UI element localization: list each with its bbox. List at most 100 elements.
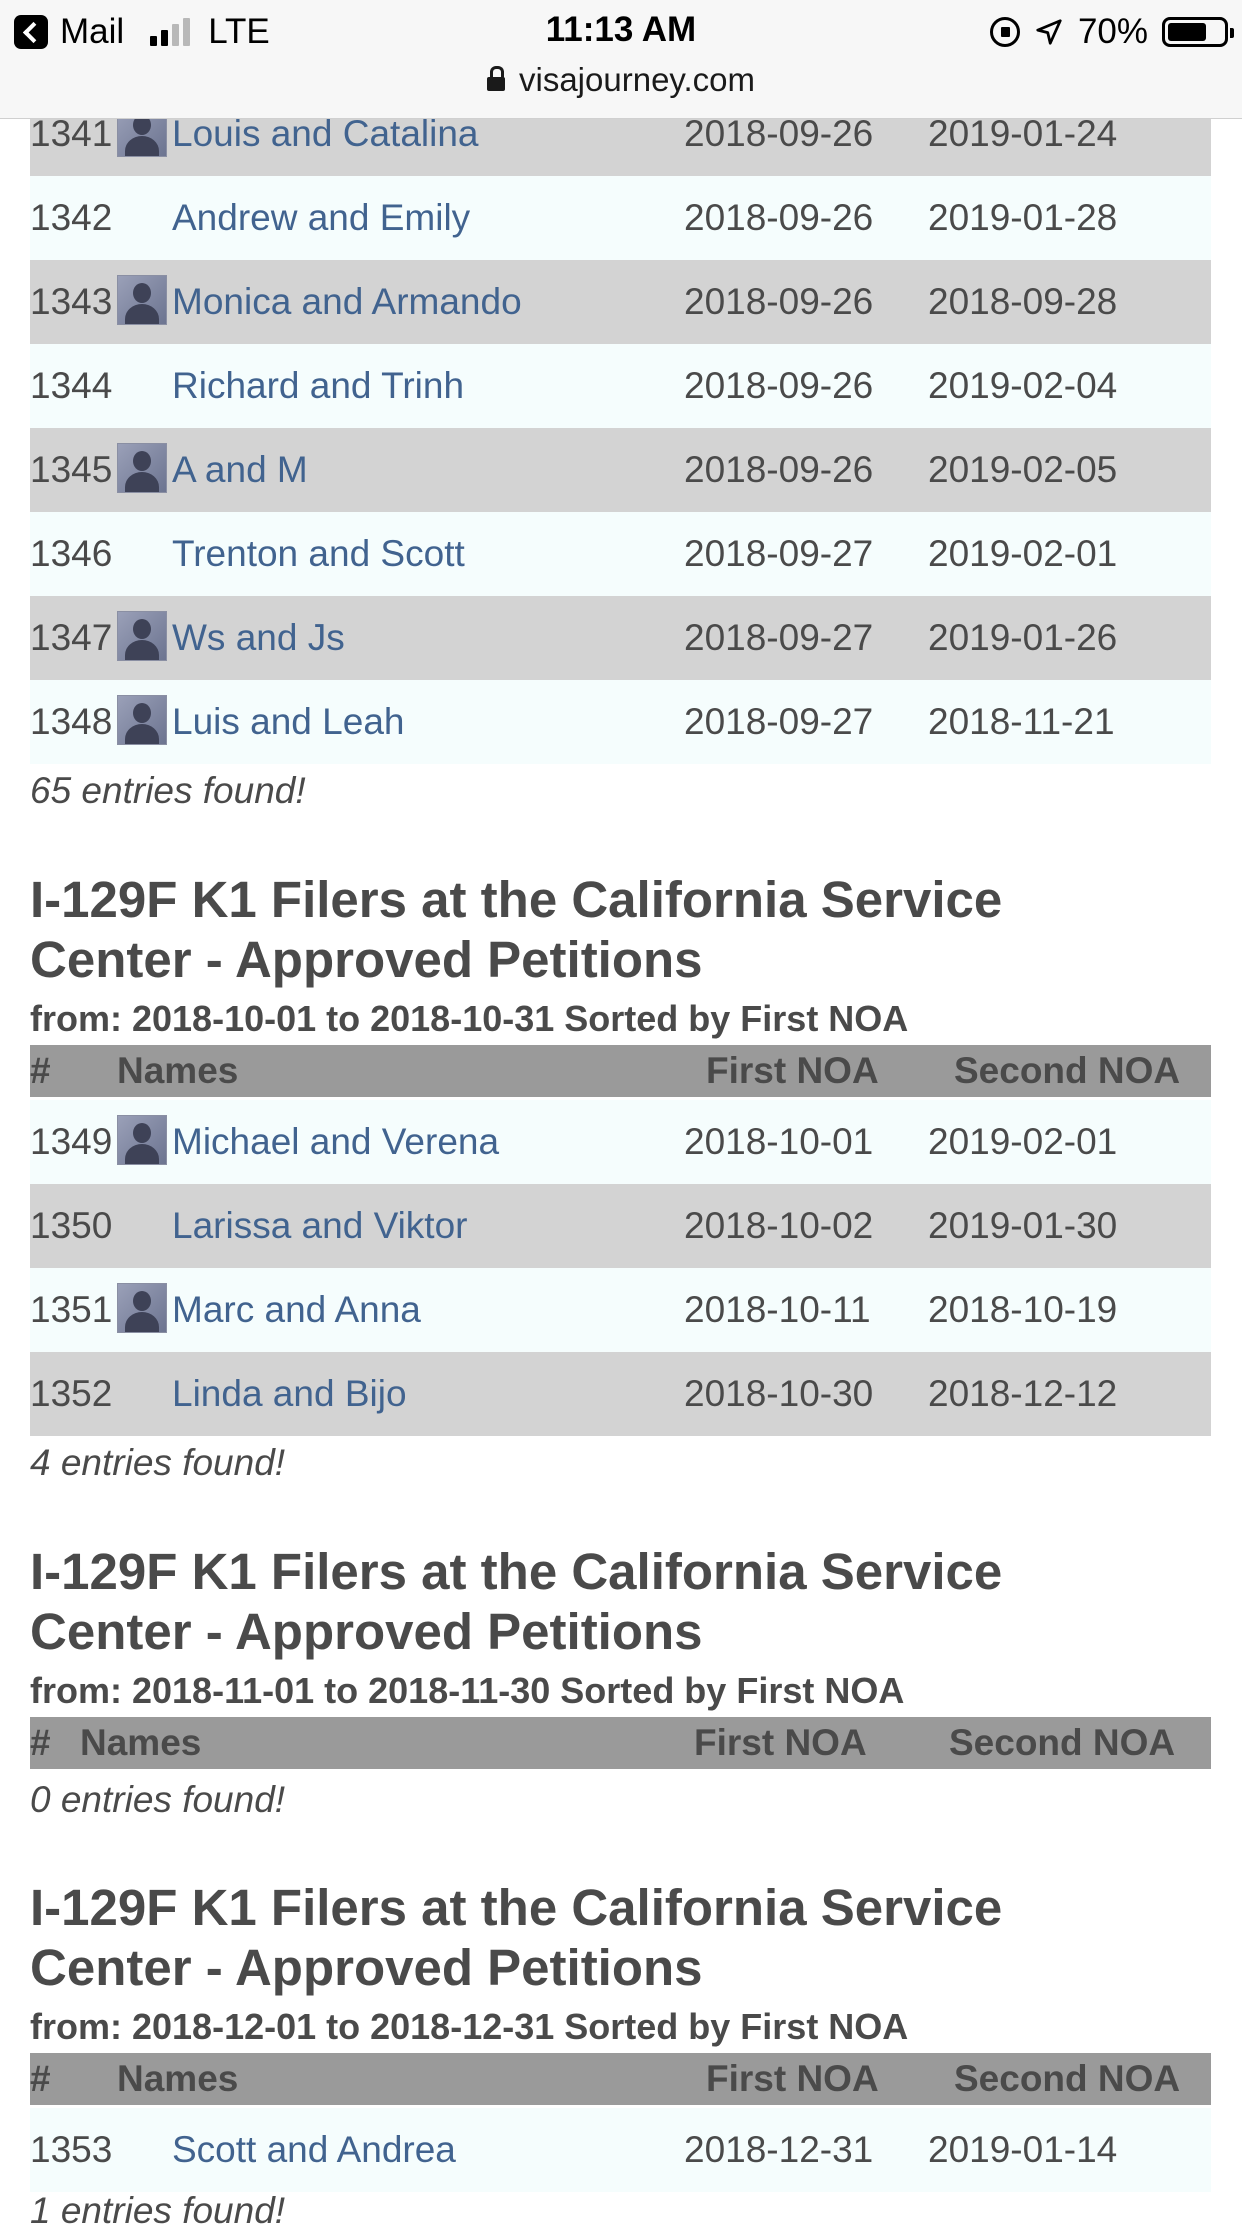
- couple-name-link[interactable]: Trenton and Scott: [172, 533, 684, 575]
- second-noa-date: 2019-01-26: [928, 617, 1118, 658]
- couple-name-link[interactable]: Richard and Trinh: [172, 365, 684, 407]
- entry-number: 1348: [30, 701, 113, 742]
- couple-name-link[interactable]: A and M: [172, 449, 684, 491]
- table-row: 1347 Ws and Js 2018-09-27 2019-01-26: [30, 596, 1211, 680]
- table-header: # Names First NOA Second NOA: [30, 1045, 1211, 1097]
- padlock-icon: [487, 66, 505, 91]
- first-noa-date: 2018-10-01: [684, 1121, 874, 1162]
- location-arrow-icon: [1036, 19, 1062, 45]
- avatar-cell: [117, 1114, 172, 1170]
- battery-percent: 70%: [1077, 12, 1148, 51]
- couple-name-link[interactable]: Monica and Armando: [172, 281, 684, 323]
- table-row: 1344 Richard and Trinh 2018-09-26 2019-02-0…: [30, 344, 1211, 428]
- status-bar: Mail LTE 11:13 AM 70% visajourney.com: [0, 0, 1242, 119]
- entries-found-count: 4 entries found!: [30, 1442, 286, 1483]
- avatar-cell: [117, 1367, 172, 1422]
- table-row: 1348 Luis and Leah 2018-09-27 2018-11-21: [30, 680, 1211, 764]
- user-avatar-icon[interactable]: [117, 610, 167, 661]
- rotation-lock-icon: [989, 17, 1020, 47]
- second-noa-date: 2018-11-21: [928, 701, 1115, 742]
- second-noa-date: 2019-01-14: [928, 2129, 1118, 2170]
- second-noa-date: 2019-02-04: [928, 365, 1118, 406]
- url-text: visajourney.com: [519, 61, 755, 98]
- first-noa-date: 2018-12-31: [684, 2129, 874, 2170]
- user-avatar-icon[interactable]: [117, 442, 167, 493]
- entry-number: 1343: [30, 281, 113, 322]
- section-title: I-129F K1 Filers at the California Servi…: [30, 1878, 1211, 1998]
- table-row: 1349 Michael and Verena 2018-10-01 2019-02-…: [30, 1100, 1211, 1184]
- second-noa-date: 2018-09-28: [928, 281, 1118, 322]
- first-noa-date: 2018-09-26: [684, 449, 874, 490]
- section-title-line: I-129F K1 Filers at the California Servi…: [30, 871, 1003, 928]
- section-subtitle: from: 2018-10-01 to 2018-10-31 Sorted by…: [30, 998, 909, 1039]
- section-title-line: Center - Approved Petitions: [30, 1603, 703, 1660]
- section-subtitle: from: 2018-12-01 to 2018-12-31 Sorted by…: [30, 2006, 909, 2047]
- avatar-cell: [117, 527, 172, 582]
- couple-name-link[interactable]: Andrew and Emily: [172, 197, 684, 239]
- header-second-noa[interactable]: Second NOA: [954, 1050, 1180, 1092]
- second-noa-date: 2019-01-30: [928, 1205, 1118, 1246]
- section-title-line: Center - Approved Petitions: [30, 931, 703, 988]
- entry-number: 1347: [30, 617, 113, 658]
- first-noa-date: 2018-09-27: [684, 617, 874, 658]
- section-subtitle: from: 2018-11-01 to 2018-11-30 Sorted by…: [30, 1670, 905, 1711]
- header-names[interactable]: Names: [117, 2058, 706, 2100]
- couple-name-link[interactable]: Larissa and Viktor: [172, 1205, 684, 1247]
- avatar-cell: [117, 274, 172, 330]
- table-row: 1342 Andrew and Emily 2018-09-26 2019-01-28: [30, 176, 1211, 260]
- second-noa-date: 2019-02-05: [928, 449, 1118, 490]
- table-header: # Names First NOA Second NOA: [30, 2053, 1211, 2105]
- header-first-noa[interactable]: First NOA: [694, 1722, 949, 1764]
- user-avatar-icon[interactable]: [117, 274, 167, 325]
- header-first-noa[interactable]: First NOA: [706, 1050, 954, 1092]
- couple-name-link[interactable]: Michael and Verena: [172, 1121, 684, 1163]
- petitions-table-october: 1349 Michael and Verena 2018-10-01 2019-02-…: [30, 1100, 1211, 1436]
- entry-number: 1353: [30, 2129, 113, 2170]
- user-avatar-icon[interactable]: [117, 1114, 167, 1165]
- couple-name-link[interactable]: Linda and Bijo: [172, 1373, 684, 1415]
- table-header: # Names First NOA Second NOA: [30, 1717, 1211, 1769]
- petitions-table-december: 1353 Scott and Andrea 2018-12-31 2019-01-14: [30, 2108, 1211, 2192]
- entries-found-count: 1 entries found!: [30, 2190, 286, 2231]
- address-bar[interactable]: visajourney.com: [0, 58, 1242, 102]
- couple-name-link[interactable]: Louis and Catalina: [172, 113, 684, 155]
- couple-name-link[interactable]: Ws and Js: [172, 617, 684, 659]
- avatar-cell: [117, 359, 172, 414]
- header-second-noa[interactable]: Second NOA: [954, 2058, 1180, 2100]
- second-noa-date: 2019-01-24: [928, 113, 1118, 154]
- second-noa-date: 2019-01-28: [928, 197, 1118, 238]
- avatar-cell: [117, 610, 172, 666]
- second-noa-date: 2019-02-01: [928, 533, 1118, 574]
- second-noa-date: 2018-10-19: [928, 1289, 1118, 1330]
- entry-number: 1341: [30, 113, 113, 154]
- avatar-cell: [117, 191, 172, 246]
- entry-number: 1349: [30, 1121, 113, 1162]
- table-row: 1353 Scott and Andrea 2018-12-31 2019-01-14: [30, 2108, 1211, 2192]
- header-names[interactable]: Names: [117, 1050, 706, 1092]
- couple-name-link[interactable]: Scott and Andrea: [172, 2129, 684, 2171]
- avatar-cell: [117, 2123, 172, 2178]
- first-noa-date: 2018-10-02: [684, 1205, 874, 1246]
- table-row: 1345 A and M 2018-09-26 2019-02-05: [30, 428, 1211, 512]
- user-avatar-icon[interactable]: [117, 1282, 167, 1333]
- table-row: 1350 Larissa and Viktor 2018-10-02 2019-01-…: [30, 1184, 1211, 1268]
- entry-number: 1344: [30, 365, 113, 406]
- avatar-cell: [117, 1282, 172, 1338]
- header-first-noa[interactable]: First NOA: [706, 2058, 954, 2100]
- user-avatar-icon[interactable]: [117, 694, 167, 745]
- couple-name-link[interactable]: Luis and Leah: [172, 701, 684, 743]
- table-row: 1352 Linda and Bijo 2018-10-30 2018-12-12: [30, 1352, 1211, 1436]
- first-noa-date: 2018-09-26: [684, 113, 874, 154]
- table-row: 1346 Trenton and Scott 2018-09-27 2019-02-0…: [30, 512, 1211, 596]
- section-title-line: I-129F K1 Filers at the California Servi…: [30, 1543, 1003, 1600]
- header-second-noa[interactable]: Second NOA: [949, 1722, 1175, 1764]
- entries-found-count: 65 entries found!: [30, 770, 306, 811]
- petitions-table-september: 1341 Louis and Catalina 2018-09-26 2019-01-…: [30, 92, 1211, 764]
- avatar-cell: [117, 442, 172, 498]
- couple-name-link[interactable]: Marc and Anna: [172, 1289, 684, 1331]
- header-names[interactable]: Names: [80, 1722, 694, 1764]
- first-noa-date: 2018-09-26: [684, 365, 874, 406]
- avatar-cell: [117, 1199, 172, 1254]
- first-noa-date: 2018-09-27: [684, 533, 874, 574]
- second-noa-date: 2018-12-12: [928, 1373, 1118, 1414]
